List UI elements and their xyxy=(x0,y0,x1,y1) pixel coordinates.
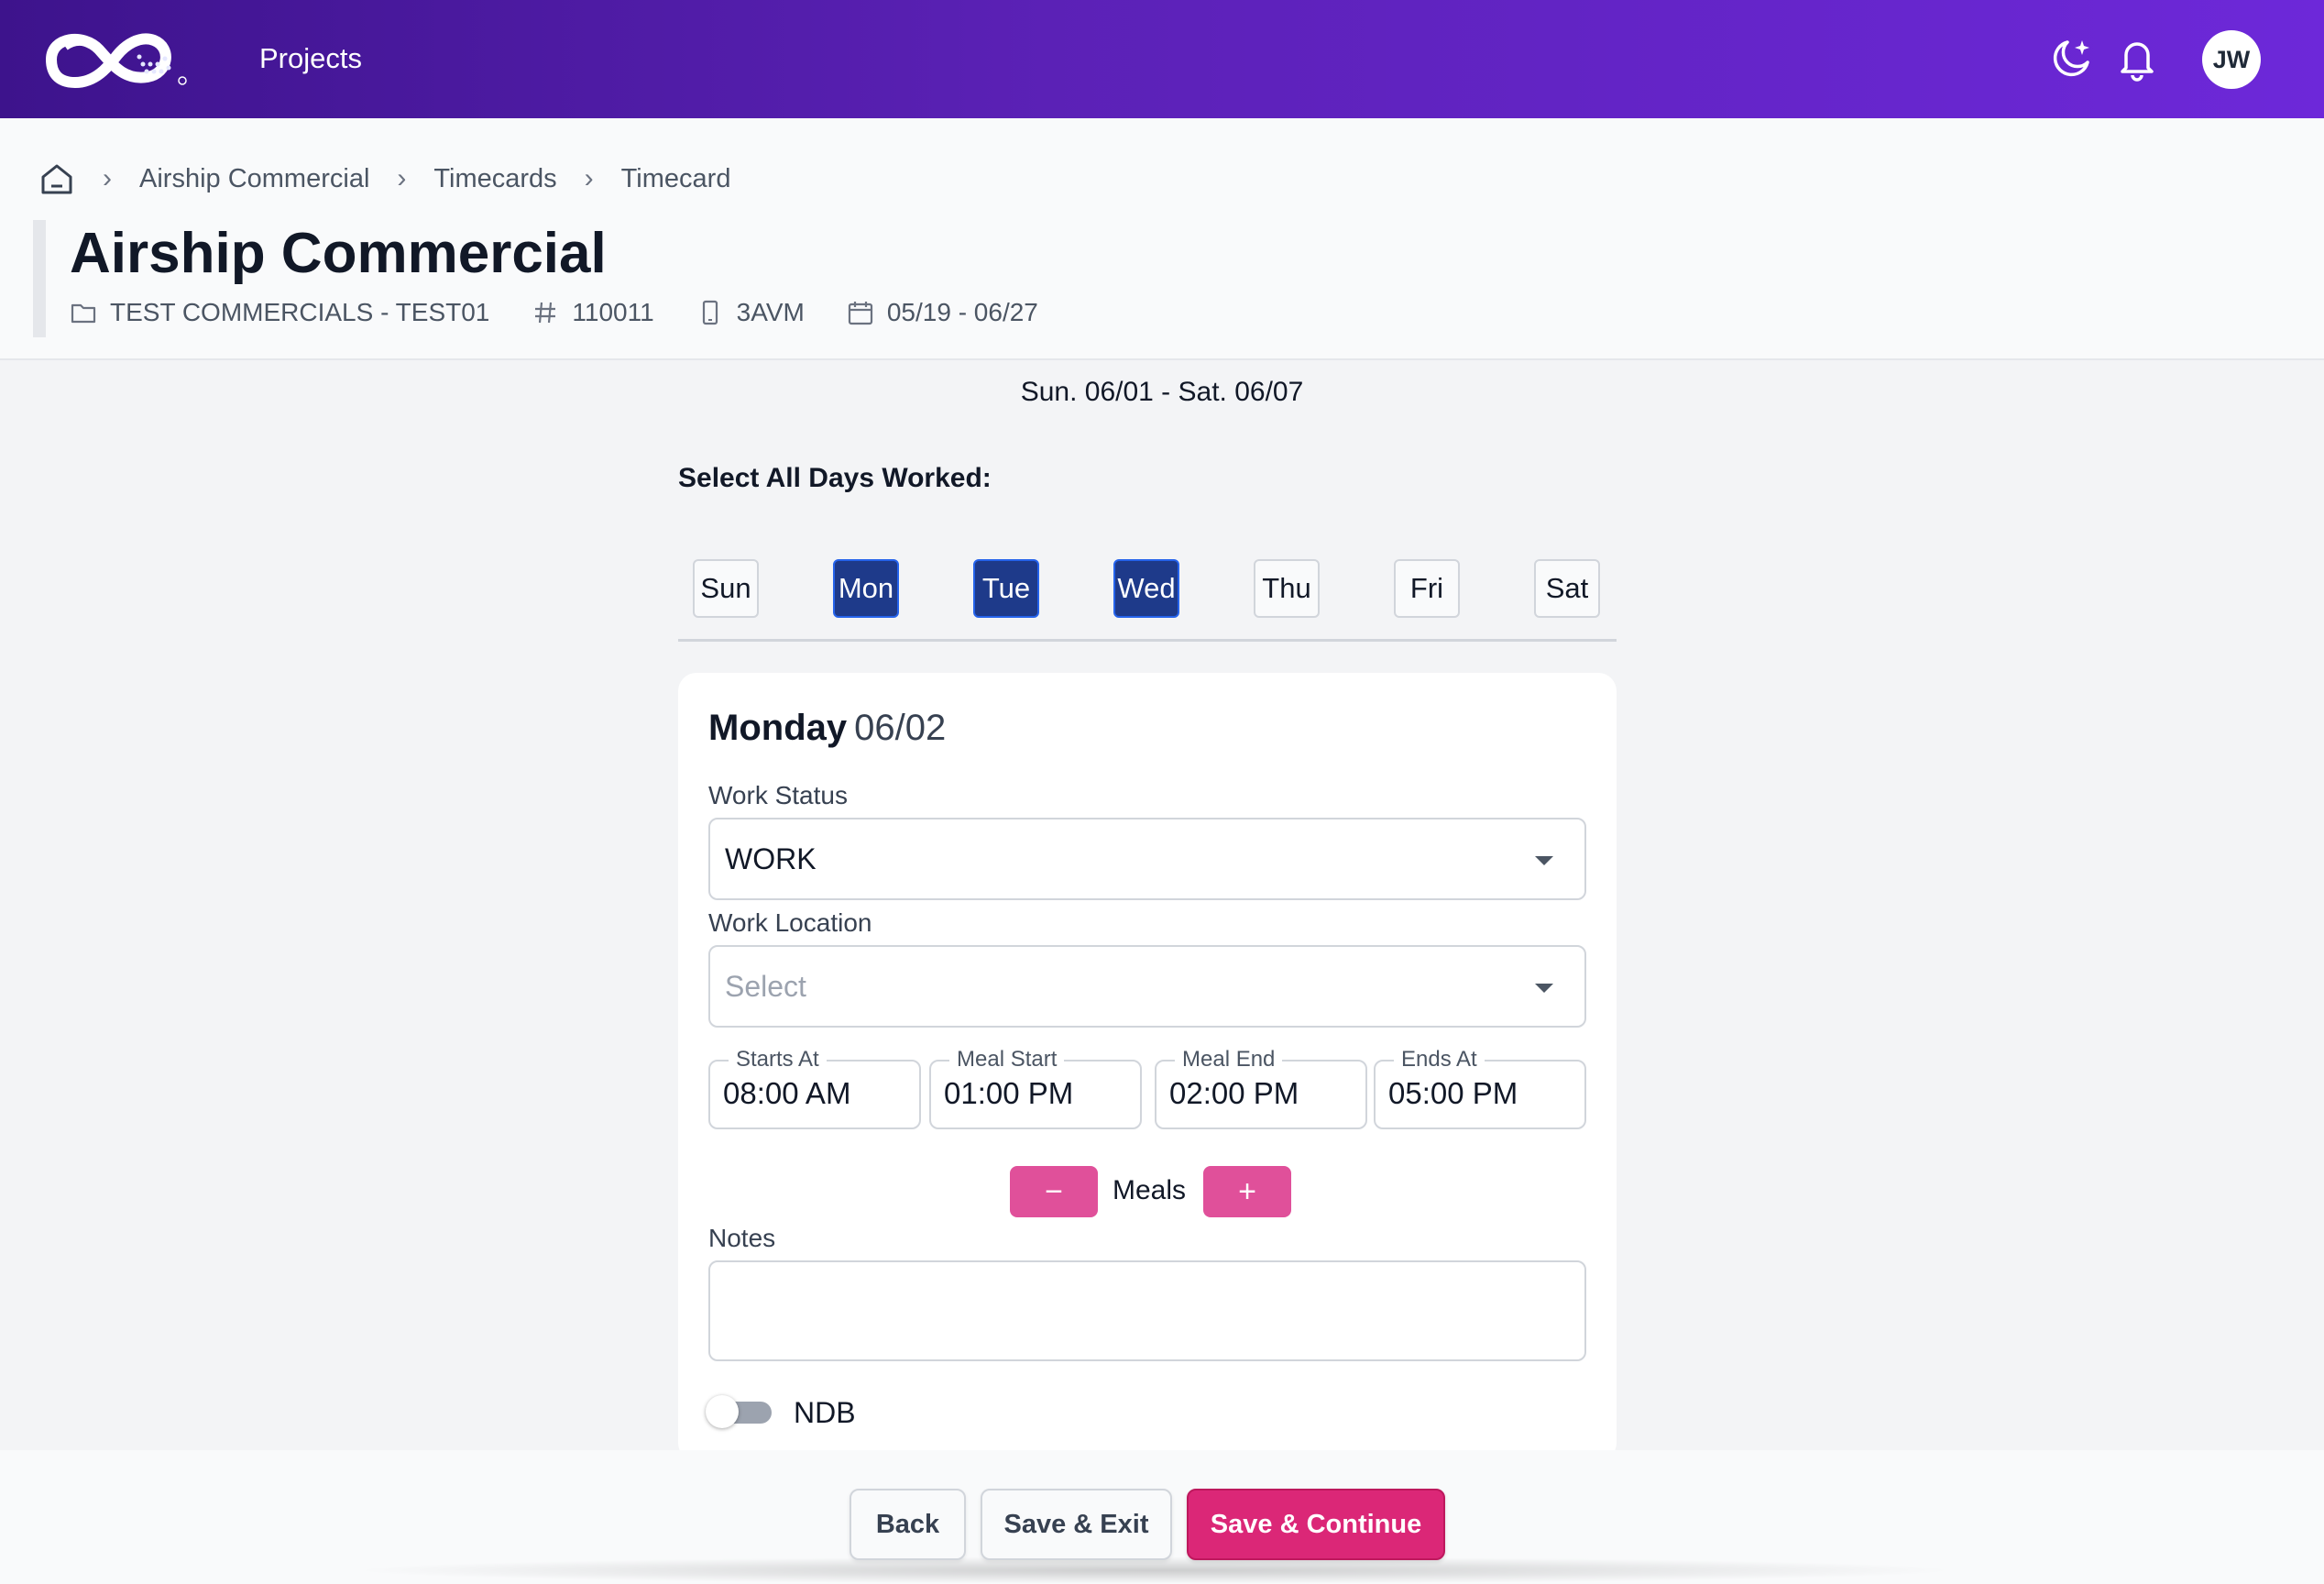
back-button[interactable]: Back xyxy=(850,1489,966,1560)
day-toggle-sun[interactable]: Sun xyxy=(693,559,759,618)
starts-at-value: 08:00 AM xyxy=(723,1076,851,1110)
meal-start-field[interactable]: Meal Start 01:00 PM xyxy=(929,1048,1142,1129)
breadcrumb: › Airship Commercial › Timecards › Timec… xyxy=(38,160,730,197)
starts-at-label: Starts At xyxy=(729,1048,827,1072)
ndb-label: NDB xyxy=(794,1396,856,1429)
ndb-toggle-knob xyxy=(706,1395,739,1428)
work-status-select[interactable]: WORK xyxy=(708,818,1586,900)
meta-number: 110011 xyxy=(532,298,654,327)
logo-icon[interactable] xyxy=(33,20,193,99)
breadcrumb-timecards[interactable]: Timecards xyxy=(433,164,556,194)
home-icon[interactable] xyxy=(38,160,75,197)
top-navigation-bar: Projects JW xyxy=(0,0,2324,118)
week-range: Sun. 06/01 - Sat. 06/07 xyxy=(1020,377,1304,407)
folder-icon xyxy=(71,303,96,324)
meta-project-text: TEST COMMERCIALS - TEST01 xyxy=(110,298,490,326)
meta-dates: 05/19 - 06/27 xyxy=(847,298,1038,327)
meals-label: Meals xyxy=(1113,1175,1187,1205)
notes-textarea[interactable] xyxy=(708,1260,1586,1361)
page-title: Airship Commercial xyxy=(70,222,607,285)
meta-code: 3AVM xyxy=(696,298,805,327)
ends-at-field[interactable]: Ends At 05:00 PM xyxy=(1374,1048,1586,1129)
meal-end-value: 02:00 PM xyxy=(1169,1076,1299,1110)
day-name: Monday xyxy=(708,708,848,748)
chevron-right-icon: › xyxy=(397,163,407,193)
work-location-placeholder: Select xyxy=(725,969,806,1003)
notes-label: Notes xyxy=(708,1224,776,1252)
breadcrumb-timecard: Timecard xyxy=(620,163,731,193)
chevron-right-icon: › xyxy=(103,163,112,193)
save-exit-button[interactable]: Save & Exit xyxy=(981,1489,1172,1560)
caret-down-icon xyxy=(1535,984,1553,993)
day-title: Monday 06/02 xyxy=(708,708,946,749)
day-date: 06/02 xyxy=(854,708,947,748)
days-worked-label: Select All Days Worked: xyxy=(678,463,992,493)
add-meal-button[interactable]: + xyxy=(1203,1166,1291,1217)
meta-dates-text: 05/19 - 06/27 xyxy=(886,298,1038,326)
day-toggle-mon[interactable]: Mon xyxy=(833,559,899,618)
meal-start-value: 01:00 PM xyxy=(944,1076,1074,1110)
day-entry-card: Monday 06/02 Work Status WORK Work Locati… xyxy=(678,673,1617,1461)
meta-number-text: 110011 xyxy=(572,298,654,326)
device-icon xyxy=(702,300,718,325)
work-status-label: Work Status xyxy=(708,781,848,809)
meta-code-text: 3AVM xyxy=(736,298,805,326)
day-toggle-sat[interactable]: Sat xyxy=(1534,559,1600,618)
dark-mode-icon[interactable] xyxy=(2047,35,2095,82)
ends-at-label: Ends At xyxy=(1394,1048,1485,1072)
meal-end-field[interactable]: Meal End 02:00 PM xyxy=(1155,1048,1367,1129)
user-avatar[interactable]: JW xyxy=(2202,30,2261,89)
meal-start-label: Meal Start xyxy=(949,1048,1065,1072)
day-toggle-tue[interactable]: Tue xyxy=(973,559,1039,618)
meta-project: TEST COMMERCIALS - TEST01 xyxy=(70,298,489,327)
breadcrumb-project[interactable]: Airship Commercial xyxy=(139,164,369,194)
ndb-toggle[interactable] xyxy=(706,1393,775,1430)
hash-icon xyxy=(535,302,556,324)
bell-icon[interactable] xyxy=(2113,35,2161,82)
work-location-label: Work Location xyxy=(708,908,872,937)
remove-meal-button[interactable]: − xyxy=(1010,1166,1098,1217)
save-continue-button[interactable]: Save & Continue xyxy=(1187,1489,1445,1560)
chevron-right-icon: › xyxy=(584,163,594,193)
starts-at-field[interactable]: Starts At 08:00 AM xyxy=(708,1048,921,1129)
footer-shadow xyxy=(348,1556,1961,1584)
project-meta: TEST COMMERCIALS - TEST01 110011 3AVM 05… xyxy=(70,294,1080,331)
day-toggle-fri[interactable]: Fri xyxy=(1394,559,1460,618)
work-location-select[interactable]: Select xyxy=(708,945,1586,1028)
nav-projects-link[interactable]: Projects xyxy=(259,40,362,77)
calendar-icon xyxy=(848,302,872,325)
caret-down-icon xyxy=(1535,856,1553,865)
day-toggle-wed[interactable]: Wed xyxy=(1113,559,1179,618)
title-accent-bar xyxy=(33,220,46,337)
work-status-value: WORK xyxy=(725,842,817,875)
day-toggle-thu[interactable]: Thu xyxy=(1254,559,1320,618)
days-worked-selector: Sun Mon Tue Wed Thu Fri Sat xyxy=(678,557,1617,642)
ends-at-value: 05:00 PM xyxy=(1388,1076,1518,1110)
meal-end-label: Meal End xyxy=(1175,1048,1283,1072)
